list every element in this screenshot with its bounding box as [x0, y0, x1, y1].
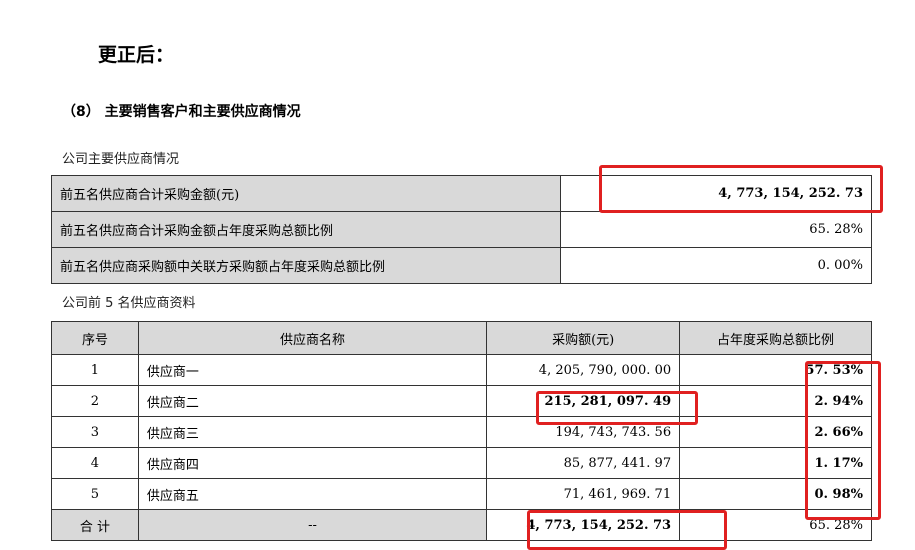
header-name: 供应商名称 [137, 321, 488, 355]
summary-row: 前五名供应商采购额中关联方采购额占年度采购总额比例 0. 00% [51, 247, 872, 284]
row-percent: 57. 53% [679, 354, 872, 386]
row-amount: 194, 743, 743. 56 [486, 416, 681, 448]
table-row: 4 供应商四 85, 877, 441. 97 1. 17% [51, 447, 872, 479]
table-row: 5 供应商五 71, 461, 969. 71 0. 98% [51, 478, 872, 510]
summary-row: 前五名供应商合计采购金额(元) 4, 773, 154, 252. 73 [51, 175, 872, 212]
summary-row: 前五名供应商合计采购金额占年度采购总额比例 65. 28% [51, 211, 872, 248]
row-name: 供应商四 [137, 447, 488, 479]
supplier-caption: 公司前 5 名供应商资料 [62, 296, 196, 311]
row-name: 供应商五 [137, 478, 488, 510]
total-name: -- [137, 509, 488, 541]
header-index: 序号 [51, 321, 139, 355]
table-header-row: 序号 供应商名称 采购额(元) 占年度采购总额比例 [51, 321, 872, 355]
total-row: 合 计 -- 4, 773, 154, 252. 73 65. 28% [51, 509, 872, 541]
top-suppliers-table: 序号 供应商名称 采购额(元) 占年度采购总额比例 1 供应商一 4, 205,… [51, 321, 872, 541]
row-name: 供应商三 [137, 416, 488, 448]
header-amount: 采购额(元) [486, 321, 681, 355]
row-index: 1 [51, 354, 139, 386]
supplier-summary-table: 前五名供应商合计采购金额(元) 4, 773, 154, 252. 73 前五名… [51, 175, 872, 284]
page-heading: 更正后： [98, 44, 175, 66]
section-title: （8） 主要销售客户和主要供应商情况 [62, 104, 301, 120]
row-percent: 2. 94% [679, 385, 872, 417]
total-amount: 4, 773, 154, 252. 73 [486, 509, 681, 541]
row-percent: 0. 98% [679, 478, 872, 510]
summary-caption: 公司主要供应商情况 [62, 152, 180, 167]
table-row: 1 供应商一 4, 205, 790, 000. 00 57. 53% [51, 354, 872, 386]
row-index: 4 [51, 447, 139, 479]
summary-label: 前五名供应商合计采购金额占年度采购总额比例 [51, 211, 561, 248]
row-index: 2 [51, 385, 139, 417]
table-row: 2 供应商二 215, 281, 097. 49 2. 94% [51, 385, 872, 417]
summary-value: 0. 00% [560, 247, 872, 284]
header-percent: 占年度采购总额比例 [679, 321, 872, 355]
summary-value: 65. 28% [560, 211, 872, 248]
total-label: 合 计 [51, 509, 139, 541]
summary-label: 前五名供应商合计采购金额(元) [51, 175, 561, 212]
summary-label: 前五名供应商采购额中关联方采购额占年度采购总额比例 [51, 247, 561, 284]
row-name: 供应商一 [137, 354, 488, 386]
row-percent: 1. 17% [679, 447, 872, 479]
row-amount: 85, 877, 441. 97 [486, 447, 681, 479]
row-index: 3 [51, 416, 139, 448]
row-amount: 4, 205, 790, 000. 00 [486, 354, 681, 386]
table-row: 3 供应商三 194, 743, 743. 56 2. 66% [51, 416, 872, 448]
row-name: 供应商二 [137, 385, 488, 417]
row-index: 5 [51, 478, 139, 510]
row-percent: 2. 66% [679, 416, 872, 448]
total-percent: 65. 28% [679, 509, 872, 541]
row-amount: 215, 281, 097. 49 [486, 385, 681, 417]
summary-value: 4, 773, 154, 252. 73 [560, 175, 872, 212]
row-amount: 71, 461, 969. 71 [486, 478, 681, 510]
